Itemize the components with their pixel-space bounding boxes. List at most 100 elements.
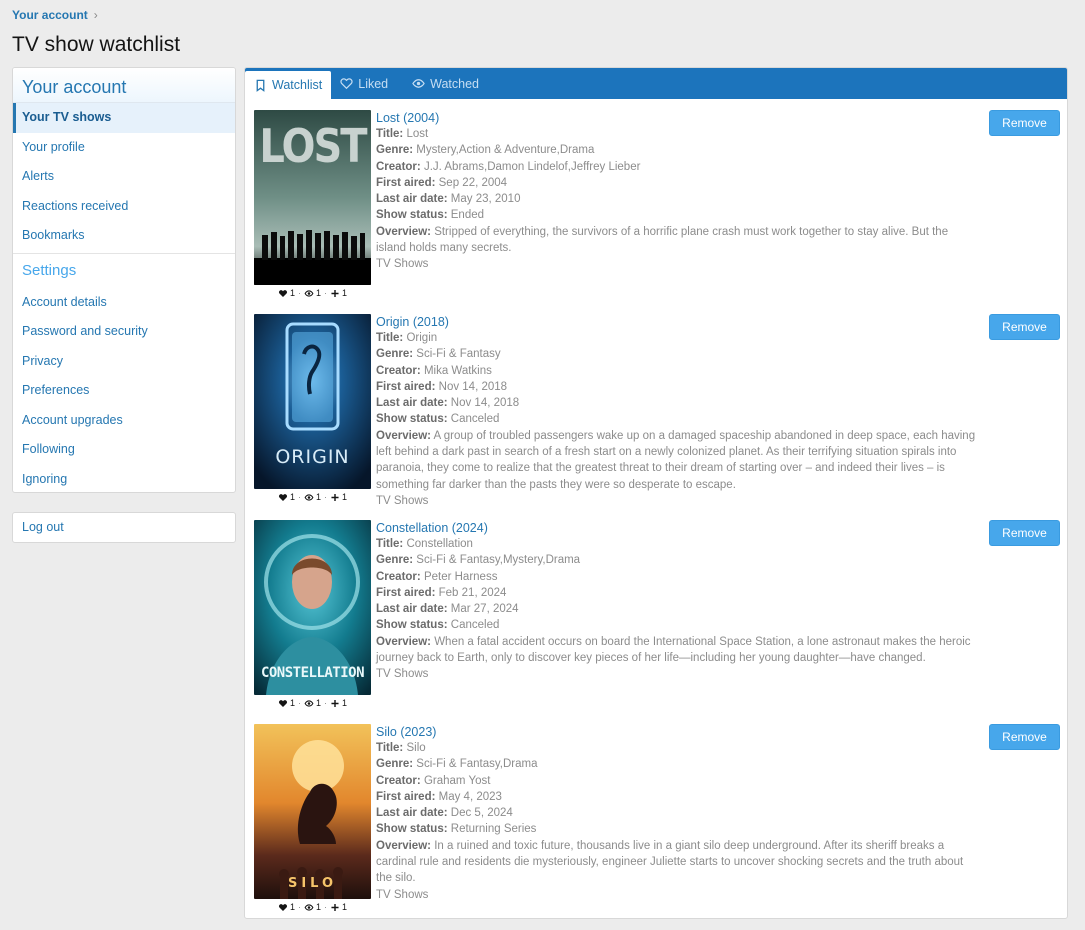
sidebar-item-your-tv-shows[interactable]: Your TV shows [13,103,235,133]
sidebar-item-your-profile[interactable]: Your profile [13,133,235,163]
sidebar-item-preferences[interactable]: Preferences [13,376,235,406]
value-show-status: Canceled [450,619,500,632]
label: Genre: [376,554,414,567]
bookmark-icon [256,79,265,92]
show-info: Origin (2018) Title: Origin Genre: Sci-F… [376,314,981,509]
label: Show status: [376,823,448,836]
label: First aired: [376,380,436,393]
value-creator: Mika Watkins [423,364,492,377]
tab-label: Watched [430,76,480,91]
label: First aired: [376,586,436,599]
sidebar-item-reactions-received[interactable]: Reactions received [13,192,235,222]
plus-icon [331,493,339,501]
plus-icon [331,699,339,707]
sidebar-item-password-security[interactable]: Password and security [13,317,235,347]
label: Creator: [376,160,421,173]
value-creator: J.J. Abrams,Damon Lindelof,Jeffrey Liebe… [423,160,641,173]
value-last-air-date: Mar 27, 2024 [450,603,519,616]
poster-silo[interactable]: SILO [254,724,371,899]
value-show-status: Canceled [450,413,500,426]
tab-liked[interactable]: Liked [331,68,397,99]
tab-watchlist[interactable]: Watchlist [245,71,332,99]
label: Show status: [376,209,448,222]
show-title-link[interactable]: Lost (2004) [376,110,981,126]
poster-title: CONSTELLATION [260,665,365,681]
value-first-aired: Sep 22, 2004 [438,176,508,189]
eye-icon [304,699,314,707]
poster-origin[interactable]: ORIGIN [254,314,371,489]
sidebar-item-bookmarks[interactable]: Bookmarks [13,221,235,251]
add-count: 1 [342,902,348,912]
show-stats: 1 · 1 · 1 [254,902,371,912]
sidebar-item-ignoring[interactable]: Ignoring [13,465,235,493]
show-stats: 1 · 1 · 1 [254,288,371,298]
label: First aired: [376,176,436,189]
plus-icon [331,903,339,911]
value-first-aired: Feb 21, 2024 [438,586,507,599]
label: Last air date: [376,603,448,616]
label: Overview: [376,635,431,648]
remove-button[interactable]: Remove [989,520,1060,546]
show-title-link[interactable]: Silo (2023) [376,724,981,740]
category-label: TV Shows [376,494,429,507]
eye-icon [304,493,314,501]
sidebar-section-settings: Settings [22,261,77,279]
show-stats: 1 · 1 · 1 [254,698,371,708]
show-title-link[interactable]: Constellation (2024) [376,520,981,536]
view-count: 1 [315,698,321,708]
sidebar-item-account-details[interactable]: Account details [13,288,235,318]
label: Overview: [376,225,431,238]
tab-label: Liked [358,76,389,91]
sidebar-header: Your account [13,68,235,103]
label: Genre: [376,348,414,361]
sidebar-item-alerts[interactable]: Alerts [13,162,235,192]
label: Title: [376,128,404,140]
watchlist-panel: Watchlist Liked Watched LOST 1 · 1 · 1 L… [244,67,1068,919]
breadcrumb: Your account › [12,8,98,22]
remove-button[interactable]: Remove [989,314,1060,340]
label: Show status: [376,413,448,426]
eye-icon [304,903,314,911]
label: Title: [376,538,404,550]
poster-title: LOST [259,120,367,174]
sidebar-item-account-upgrades[interactable]: Account upgrades [13,406,235,436]
add-count: 1 [342,288,348,298]
label: Title: [376,742,404,754]
label: Genre: [376,144,414,157]
logout-link[interactable]: Log out [12,512,236,543]
value-show-status: Ended [450,209,485,222]
value-overview: A group of troubled passengers wake up o… [376,429,976,491]
value-title: Silo [406,742,426,754]
remove-button[interactable]: Remove [989,724,1060,750]
account-sidebar: Your account Your TV shows Your profile … [12,67,236,493]
value-first-aired: Nov 14, 2018 [438,380,508,393]
heart-icon [279,699,287,707]
sidebar-item-privacy[interactable]: Privacy [13,347,235,377]
heart-icon [279,903,287,911]
value-overview: When a fatal accident occurs on board th… [376,635,971,665]
breadcrumb-your-account[interactable]: Your account [12,8,88,22]
show-stats: 1 · 1 · 1 [254,492,371,502]
chevron-right-icon: › [93,8,98,22]
label: First aired: [376,790,436,803]
like-count: 1 [289,698,295,708]
label: Creator: [376,774,421,787]
like-count: 1 [289,902,295,912]
show-info: Silo (2023) Title: Silo Genre: Sci-Fi & … [376,724,981,903]
label: Last air date: [376,807,448,820]
remove-button[interactable]: Remove [989,110,1060,136]
page-title: TV show watchlist [12,33,181,56]
tab-watched[interactable]: Watched [403,68,488,99]
value-creator: Peter Harness [423,570,498,583]
category-label: TV Shows [376,888,429,901]
sidebar-item-following[interactable]: Following [13,435,235,465]
plus-icon [331,289,339,297]
show-title-link[interactable]: Origin (2018) [376,314,981,330]
value-overview: In a ruined and toxic future, thousands … [376,839,964,885]
value-last-air-date: Nov 14, 2018 [450,397,520,410]
label: Last air date: [376,397,448,410]
poster-constellation[interactable]: CONSTELLATION [254,520,371,695]
poster-lost[interactable]: LOST [254,110,371,285]
category-label: TV Shows [376,258,429,271]
view-count: 1 [315,288,321,298]
